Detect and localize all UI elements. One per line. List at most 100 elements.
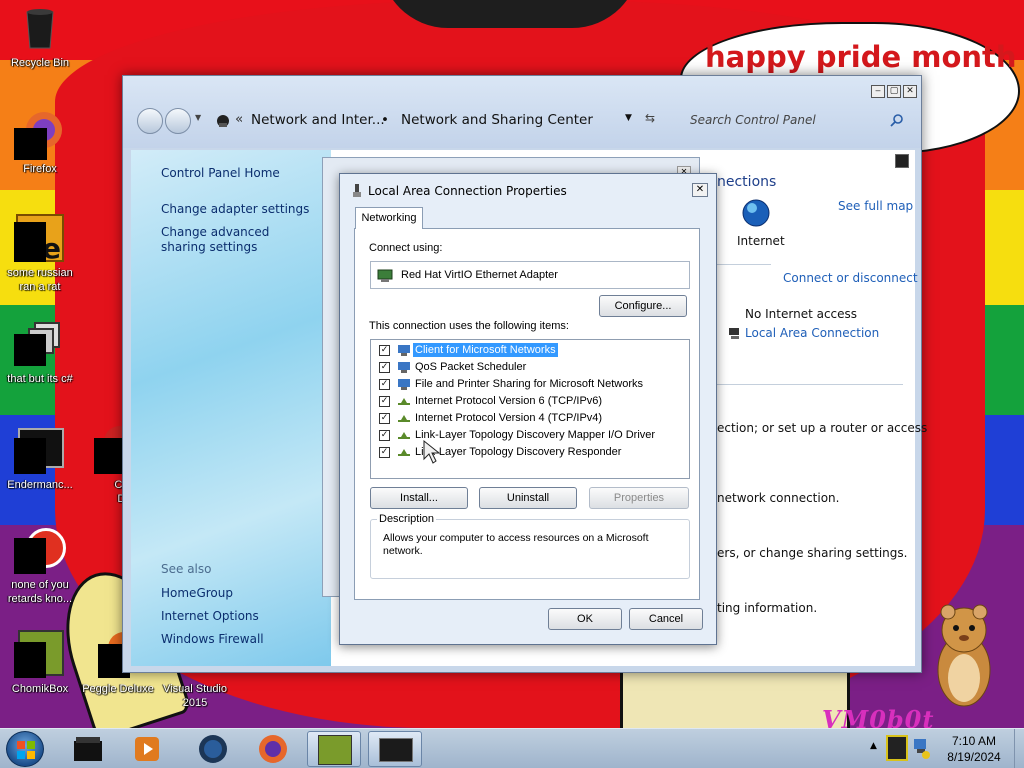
properties-button[interactable]: Properties bbox=[589, 487, 689, 509]
tab-networking[interactable]: Networking bbox=[355, 207, 423, 229]
install-button[interactable]: Install... bbox=[370, 487, 468, 509]
item-checkbox[interactable]: ✓ bbox=[379, 345, 390, 356]
show-hidden-icons-icon[interactable]: ▲ bbox=[870, 741, 877, 751]
connections-heading: nections bbox=[717, 174, 777, 190]
list-item[interactable]: ✓ File and Printer Sharing for Microsoft… bbox=[377, 376, 677, 393]
breadcrumb-sharing-center[interactable]: Network and Sharing Center bbox=[401, 112, 593, 128]
item-checkbox[interactable]: ✓ bbox=[379, 447, 390, 458]
setup-connection-text: ection; or set up a router or access bbox=[717, 421, 928, 435]
search-input[interactable]: Search Control Panel bbox=[690, 113, 816, 127]
taskbar-browser[interactable] bbox=[186, 731, 240, 767]
dialog-close-button[interactable]: ✕ bbox=[692, 183, 708, 197]
see-full-map-link[interactable]: See full map bbox=[838, 199, 913, 213]
item-checkbox[interactable]: ✓ bbox=[379, 362, 390, 373]
search-box[interactable]: Search Control Panel bbox=[680, 108, 912, 134]
sidebar-internet-options[interactable]: Internet Options bbox=[161, 609, 259, 624]
taskbar-network-window[interactable] bbox=[368, 731, 422, 767]
list-item[interactable]: ✓ Internet Protocol Version 4 (TCP/IPv4) bbox=[377, 410, 677, 427]
desktop-icon-recycle-bin[interactable]: Recycle Bin bbox=[0, 4, 80, 70]
window-titlebar: ‒ ▢ ✕ ▼ « Network and Inter... • Network… bbox=[123, 76, 921, 148]
taskbar-explorer[interactable] bbox=[62, 731, 116, 767]
sidebar-control-panel-home[interactable]: Control Panel Home bbox=[161, 166, 280, 181]
show-desktop-button[interactable] bbox=[1014, 729, 1024, 768]
search-icon[interactable] bbox=[890, 113, 904, 127]
sidebar-windows-firewall[interactable]: Windows Firewall bbox=[161, 632, 264, 647]
connect-disconnect-link[interactable]: Connect or disconnect bbox=[783, 271, 918, 285]
system-clock[interactable]: 7:10 AM 8/19/2024 bbox=[938, 733, 1010, 765]
desktop-icon-chomikbox[interactable]: ChomikBox bbox=[0, 630, 80, 696]
start-button[interactable] bbox=[6, 731, 44, 767]
protocol-icon bbox=[398, 449, 410, 456]
csharp-app-icon bbox=[14, 320, 64, 368]
sidebar-change-advanced-sharing[interactable]: Change advanced sharing settings bbox=[161, 225, 311, 255]
ethernet-adapter-icon bbox=[377, 269, 393, 282]
item-label: Internet Protocol Version 4 (TCP/IPv4) bbox=[415, 412, 603, 424]
dialog-title: Local Area Connection Properties bbox=[368, 184, 567, 198]
qos-scheduler-icon bbox=[398, 362, 410, 373]
cancel-button[interactable]: Cancel bbox=[629, 608, 703, 630]
media-player-icon bbox=[135, 737, 159, 761]
recycle-bin-icon bbox=[16, 4, 64, 52]
forward-button[interactable] bbox=[165, 108, 191, 134]
uninstall-button[interactable]: Uninstall bbox=[479, 487, 577, 509]
help-icon[interactable] bbox=[895, 154, 909, 168]
item-label: QoS Packet Scheduler bbox=[415, 361, 527, 373]
navigation-bar: ▼ « Network and Inter... • Network and S… bbox=[135, 106, 915, 140]
item-label: Link-Layer Topology Discovery Responder bbox=[415, 446, 622, 458]
network-adapter-icon bbox=[353, 184, 361, 197]
homegroup-sharing-text: ers, or change sharing settings. bbox=[717, 546, 908, 560]
connection-items-list[interactable]: ✓ Client for Microsoft Networks ✓ QoS Pa… bbox=[370, 339, 690, 479]
see-also-heading: See also bbox=[161, 562, 212, 576]
taskbar-chomikbox[interactable] bbox=[307, 731, 361, 767]
refresh-icon[interactable]: ⇆ bbox=[645, 111, 655, 125]
network-tray-icon[interactable] bbox=[912, 737, 932, 761]
items-label: This connection uses the following items… bbox=[369, 320, 569, 332]
chomikbox-app-icon bbox=[14, 630, 64, 678]
taskbar: ▲ 7:10 AM 8/19/2024 bbox=[0, 728, 1024, 768]
client-network-icon bbox=[398, 345, 410, 356]
tray-app-icon[interactable] bbox=[886, 735, 908, 761]
networking-tab-panel: Connect using: Red Hat VirtIO Ethernet A… bbox=[354, 228, 700, 600]
desktop-icon-endermanch[interactable]: Endermanc... bbox=[0, 426, 80, 492]
taskbar-media-player[interactable] bbox=[120, 731, 174, 767]
sidebar-homegroup[interactable]: HomeGroup bbox=[161, 586, 233, 601]
item-label: Client for Microsoft Networks bbox=[412, 342, 559, 358]
sidebar-change-adapter-settings[interactable]: Change adapter settings bbox=[161, 202, 309, 217]
desktop-icon-firefox[interactable]: Firefox bbox=[0, 110, 80, 176]
breadcrumb-overflow[interactable]: « bbox=[235, 111, 243, 127]
desktop-icon-rat[interactable]: e some russian ran a rat bbox=[0, 214, 80, 294]
local-area-connection-link[interactable]: Local Area Connection bbox=[745, 326, 879, 340]
protocol-icon bbox=[398, 415, 410, 422]
list-item[interactable]: ✓ Client for Microsoft Networks bbox=[377, 342, 677, 359]
item-checkbox[interactable]: ✓ bbox=[379, 396, 390, 407]
address-bar[interactable]: « Network and Inter... • Network and Sha… bbox=[215, 108, 663, 134]
desktop-icon-csharp[interactable]: that but its c# bbox=[0, 320, 80, 386]
network-folder-icon bbox=[217, 115, 229, 127]
chomikbox-icon bbox=[318, 735, 352, 765]
internet-label: Internet bbox=[737, 234, 785, 248]
list-item[interactable]: ✓ QoS Packet Scheduler bbox=[377, 359, 677, 376]
list-item[interactable]: ✓ Internet Protocol Version 6 (TCP/IPv6) bbox=[377, 393, 677, 410]
connect-network-text: network connection. bbox=[717, 491, 840, 505]
connect-using-label: Connect using: bbox=[369, 242, 443, 254]
speech-bubble-text: happy pride month bbox=[705, 40, 1017, 74]
recent-pages-icon[interactable]: ▼ bbox=[195, 113, 201, 122]
minimize-button[interactable]: ‒ bbox=[871, 85, 885, 98]
item-label: Link-Layer Topology Discovery Mapper I/O… bbox=[415, 429, 656, 441]
protocol-icon bbox=[398, 398, 410, 405]
configure-button[interactable]: Configure... bbox=[599, 295, 687, 317]
taskbar-firefox[interactable] bbox=[246, 731, 300, 767]
item-checkbox[interactable]: ✓ bbox=[379, 379, 390, 390]
ok-button[interactable]: OK bbox=[548, 608, 622, 630]
rat-app-icon: e bbox=[14, 214, 64, 265]
address-dropdown-icon[interactable]: ▼ bbox=[625, 113, 632, 123]
item-checkbox[interactable]: ✓ bbox=[379, 430, 390, 441]
maximize-button[interactable]: ▢ bbox=[887, 85, 901, 98]
desktop-icon-retards[interactable]: none of you retards kno... bbox=[0, 526, 80, 606]
back-button[interactable] bbox=[137, 108, 163, 134]
item-checkbox[interactable]: ✓ bbox=[379, 413, 390, 424]
firefox-icon bbox=[14, 110, 64, 160]
internet-globe-icon bbox=[742, 199, 770, 227]
breadcrumb-network-internet[interactable]: Network and Inter... bbox=[251, 112, 385, 128]
close-window-button[interactable]: ✕ bbox=[903, 85, 917, 98]
